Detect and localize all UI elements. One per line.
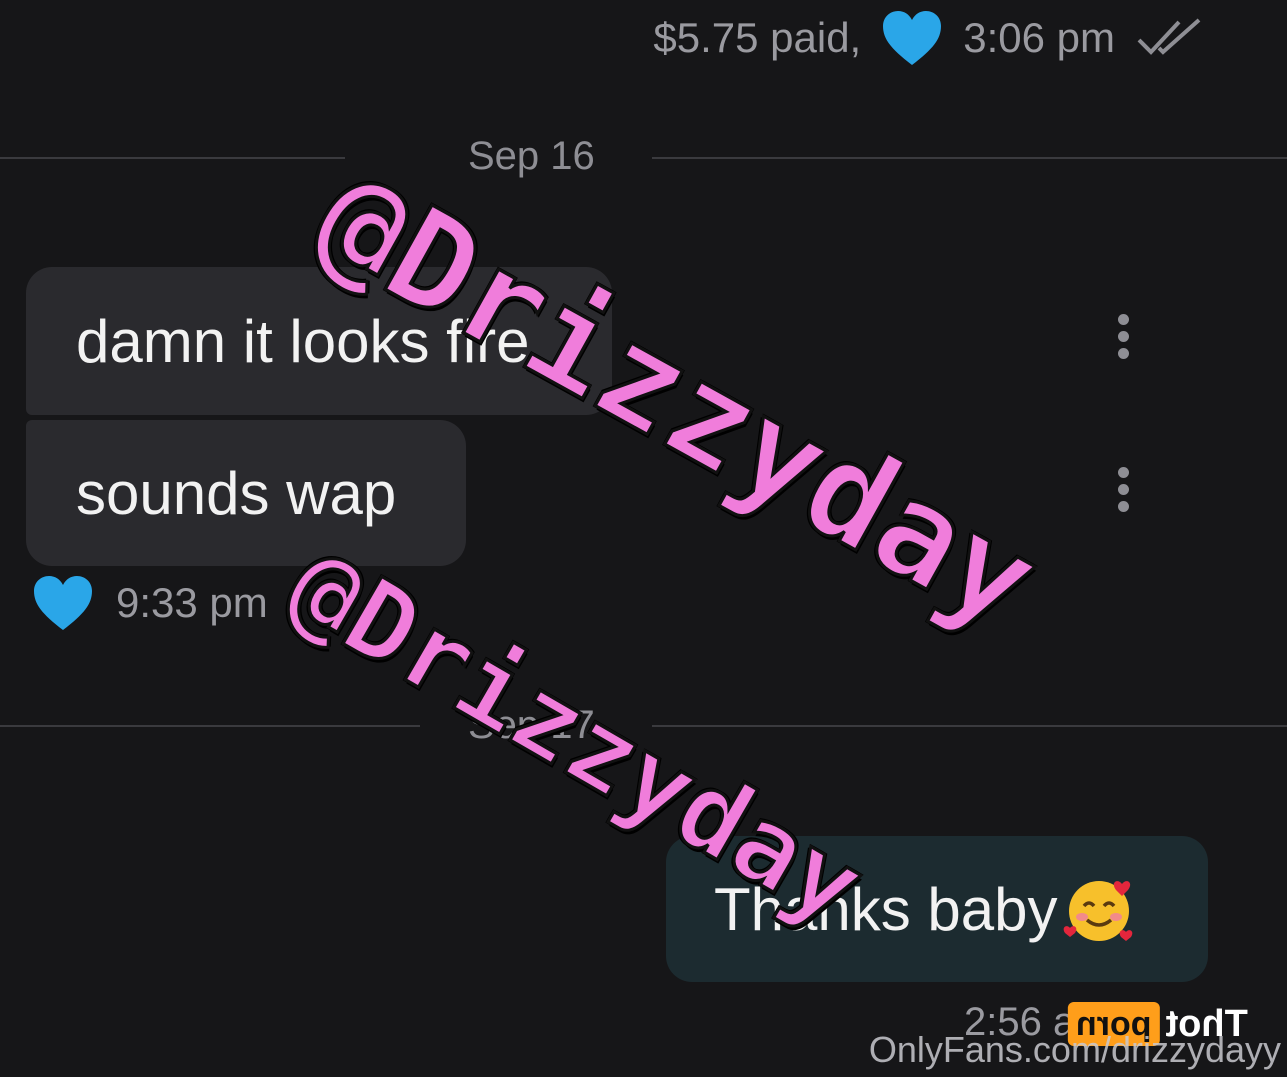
watermark-text: @Drizzyday [268,522,885,951]
date-divider-left [0,725,420,727]
heart-icon[interactable] [881,9,943,67]
date-divider-left [0,157,345,159]
smiling-face-with-hearts-emoji [1060,870,1138,948]
paid-amount: $5.75 paid, [653,14,862,61]
previous-message-meta: $5.75 paid, 3:06 pm [653,8,1207,68]
message-text: sounds wap [76,459,397,527]
incoming-message-bubble[interactable]: sounds wap [26,420,466,566]
message-time: 9:33 pm [116,579,268,626]
chat-screen: $5.75 paid, 3:06 pm Sep 16 damn it looks… [0,0,1287,1077]
heart-icon[interactable] [32,574,94,632]
more-options-icon[interactable] [1115,314,1131,359]
more-options-icon[interactable] [1115,467,1131,512]
date-divider-right [652,157,1287,159]
double-check-icon [1135,18,1207,58]
incoming-message-meta: 9:33 pm [32,574,268,632]
source-url: OnlyFans.com/drizzydayy [868,1029,1281,1070]
date-label-sep-16: Sep 16 [468,134,595,178]
date-divider-right [652,725,1287,727]
message-time: 3:06 pm [963,14,1115,61]
